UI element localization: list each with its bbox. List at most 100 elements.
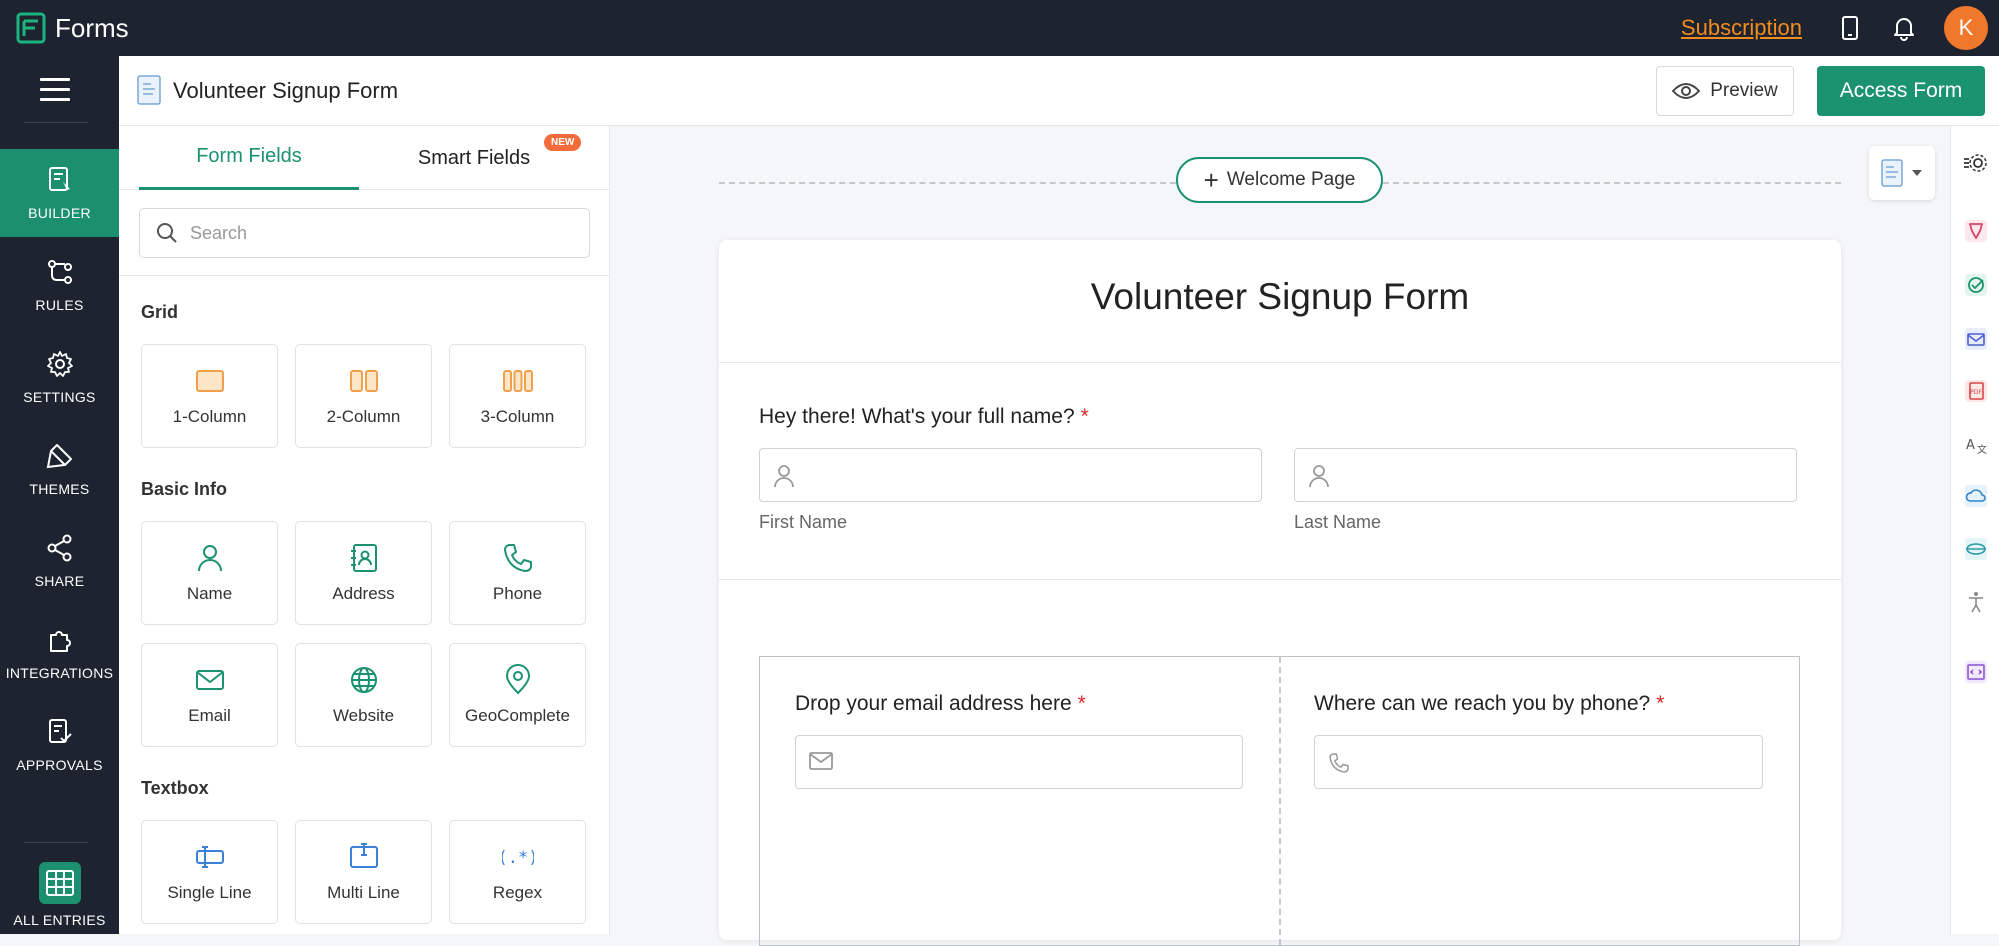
required-marker: * (1080, 405, 1089, 428)
settings-gear-icon (46, 351, 73, 377)
integration-globe-icon[interactable] (1963, 536, 1989, 562)
section-title-basic-info: Basic Info (141, 479, 228, 499)
notification-bell-icon[interactable] (1890, 14, 1918, 42)
nav-label: BUILDER (28, 205, 91, 221)
form-document-icon (137, 75, 161, 105)
nav-settings[interactable]: SETTINGS (0, 333, 119, 421)
panel-tabs: Form Fields Smart Fields NEW (119, 126, 609, 190)
phone-input[interactable] (1314, 735, 1763, 789)
phone-icon (1329, 753, 1349, 773)
field-phone[interactable]: Phone (449, 521, 586, 625)
nav-label: ALL ENTRIES (13, 912, 106, 928)
hamburger-menu-icon[interactable] (40, 78, 70, 101)
globe-icon (350, 667, 377, 693)
svg-text:文: 文 (1977, 443, 1987, 456)
field-address[interactable]: Address (295, 521, 432, 625)
form-canvas: + Welcome Page Volunteer Signup Form Hey… (610, 126, 1950, 946)
email-input[interactable] (795, 735, 1243, 789)
field-3-column[interactable]: 3-Column (449, 344, 586, 448)
panel-divider (119, 275, 609, 276)
share-icon (47, 534, 71, 562)
required-marker: * (1077, 692, 1086, 715)
name-question[interactable]: Hey there! What's your full name? * (759, 405, 1089, 429)
add-welcome-page-button[interactable]: + Welcome Page (1176, 157, 1383, 203)
form-heading[interactable]: Volunteer Signup Form (719, 276, 1841, 318)
field-label: Single Line (167, 883, 252, 902)
email-envelope-icon (195, 670, 224, 690)
pdf-icon[interactable]: PDF (1963, 378, 1989, 404)
email-question[interactable]: Drop your email address here * (795, 692, 1086, 716)
search-input[interactable] (190, 222, 570, 244)
single-line-icon (195, 846, 224, 868)
cloud-lock-icon[interactable] (1963, 483, 1989, 509)
section-title-grid: Grid (141, 302, 179, 322)
person-icon (1309, 465, 1329, 488)
field-1-column[interactable]: 1-Column (141, 344, 278, 448)
person-icon (197, 545, 222, 572)
email-notification-icon[interactable] (1963, 326, 1989, 352)
field-regex[interactable]: (.*) Regex (449, 820, 586, 924)
app-logo[interactable]: Forms (16, 12, 129, 44)
subscription-link[interactable]: Subscription (1681, 15, 1802, 41)
last-name-label: Last Name (1294, 512, 1382, 532)
field-label: Regex (492, 883, 543, 902)
themes-brush-icon (46, 444, 72, 469)
nav-rules[interactable]: RULES (0, 241, 119, 329)
nav-label: SETTINGS (23, 389, 96, 405)
field-2-column[interactable]: 2-Column (295, 344, 432, 448)
mobile-preview-icon[interactable] (1836, 14, 1864, 42)
page-divider-right (1383, 182, 1841, 184)
caret-down-icon (1912, 170, 1922, 176)
nav-share[interactable]: SHARE (0, 517, 119, 605)
field-website[interactable]: Website (295, 643, 432, 747)
nav-approvals[interactable]: APPROVALS (0, 701, 119, 789)
phone-question[interactable]: Where can we reach you by phone? * (1314, 692, 1664, 716)
nav-themes[interactable]: THEMES (0, 425, 119, 513)
last-name-input[interactable] (1294, 448, 1797, 502)
field-search[interactable] (139, 208, 590, 258)
field-name[interactable]: Name (141, 521, 278, 625)
field-email[interactable]: Email (141, 643, 278, 747)
app-name: Forms (55, 12, 129, 43)
field-geocomplete[interactable]: GeoComplete (449, 643, 586, 747)
form-settings-icon[interactable] (1963, 150, 1989, 176)
grid-column-divider (1279, 657, 1281, 945)
two-column-icon (349, 370, 378, 392)
nav-builder[interactable]: BUILDER (0, 149, 119, 237)
first-name-input[interactable] (759, 448, 1262, 502)
field-label: 1-Column (172, 407, 247, 426)
tab-form-fields[interactable]: Form Fields (139, 126, 359, 190)
table-grid-icon (38, 862, 81, 904)
field-divider (719, 579, 1841, 580)
integrations-puzzle-icon (49, 631, 71, 652)
field-single-line[interactable]: Single Line (141, 820, 278, 924)
field-label: Website (332, 706, 395, 725)
field-label: Multi Line (327, 883, 400, 902)
nav-divider (24, 122, 88, 123)
nav-label: INTEGRATIONS (5, 665, 114, 681)
svg-text:(.*): (.*) (502, 848, 534, 868)
translation-icon[interactable]: A文 (1963, 431, 1989, 457)
svg-text:A: A (1966, 438, 1975, 453)
preview-label: Preview (1710, 80, 1778, 101)
preview-button[interactable]: Preview (1656, 66, 1794, 116)
approvals-icon (48, 719, 72, 743)
field-label: Address (332, 584, 395, 603)
field-multi-line[interactable]: Multi Line (295, 820, 432, 924)
regex-icon: (.*) (502, 848, 534, 868)
nav-all-entries[interactable]: ALL ENTRIES (0, 856, 119, 934)
welcome-page-label: Welcome Page (1226, 169, 1356, 190)
validation-check-icon[interactable] (1963, 272, 1989, 298)
nav-integrations[interactable]: INTEGRATIONS (0, 609, 119, 697)
accessibility-icon[interactable] (1963, 589, 1989, 615)
email-question-text: Drop your email address here (795, 692, 1072, 715)
page-selector-dropdown[interactable] (1869, 146, 1935, 200)
embed-code-icon[interactable] (1963, 659, 1989, 685)
user-avatar[interactable]: K (1944, 6, 1988, 50)
section-title-textbox: Textbox (141, 778, 209, 798)
email-envelope-icon (809, 752, 833, 770)
access-form-button[interactable]: Access Form (1817, 66, 1985, 116)
theme-palette-icon[interactable] (1963, 218, 1989, 244)
field-label: Phone (492, 584, 543, 603)
field-label: 2-Column (326, 407, 401, 426)
